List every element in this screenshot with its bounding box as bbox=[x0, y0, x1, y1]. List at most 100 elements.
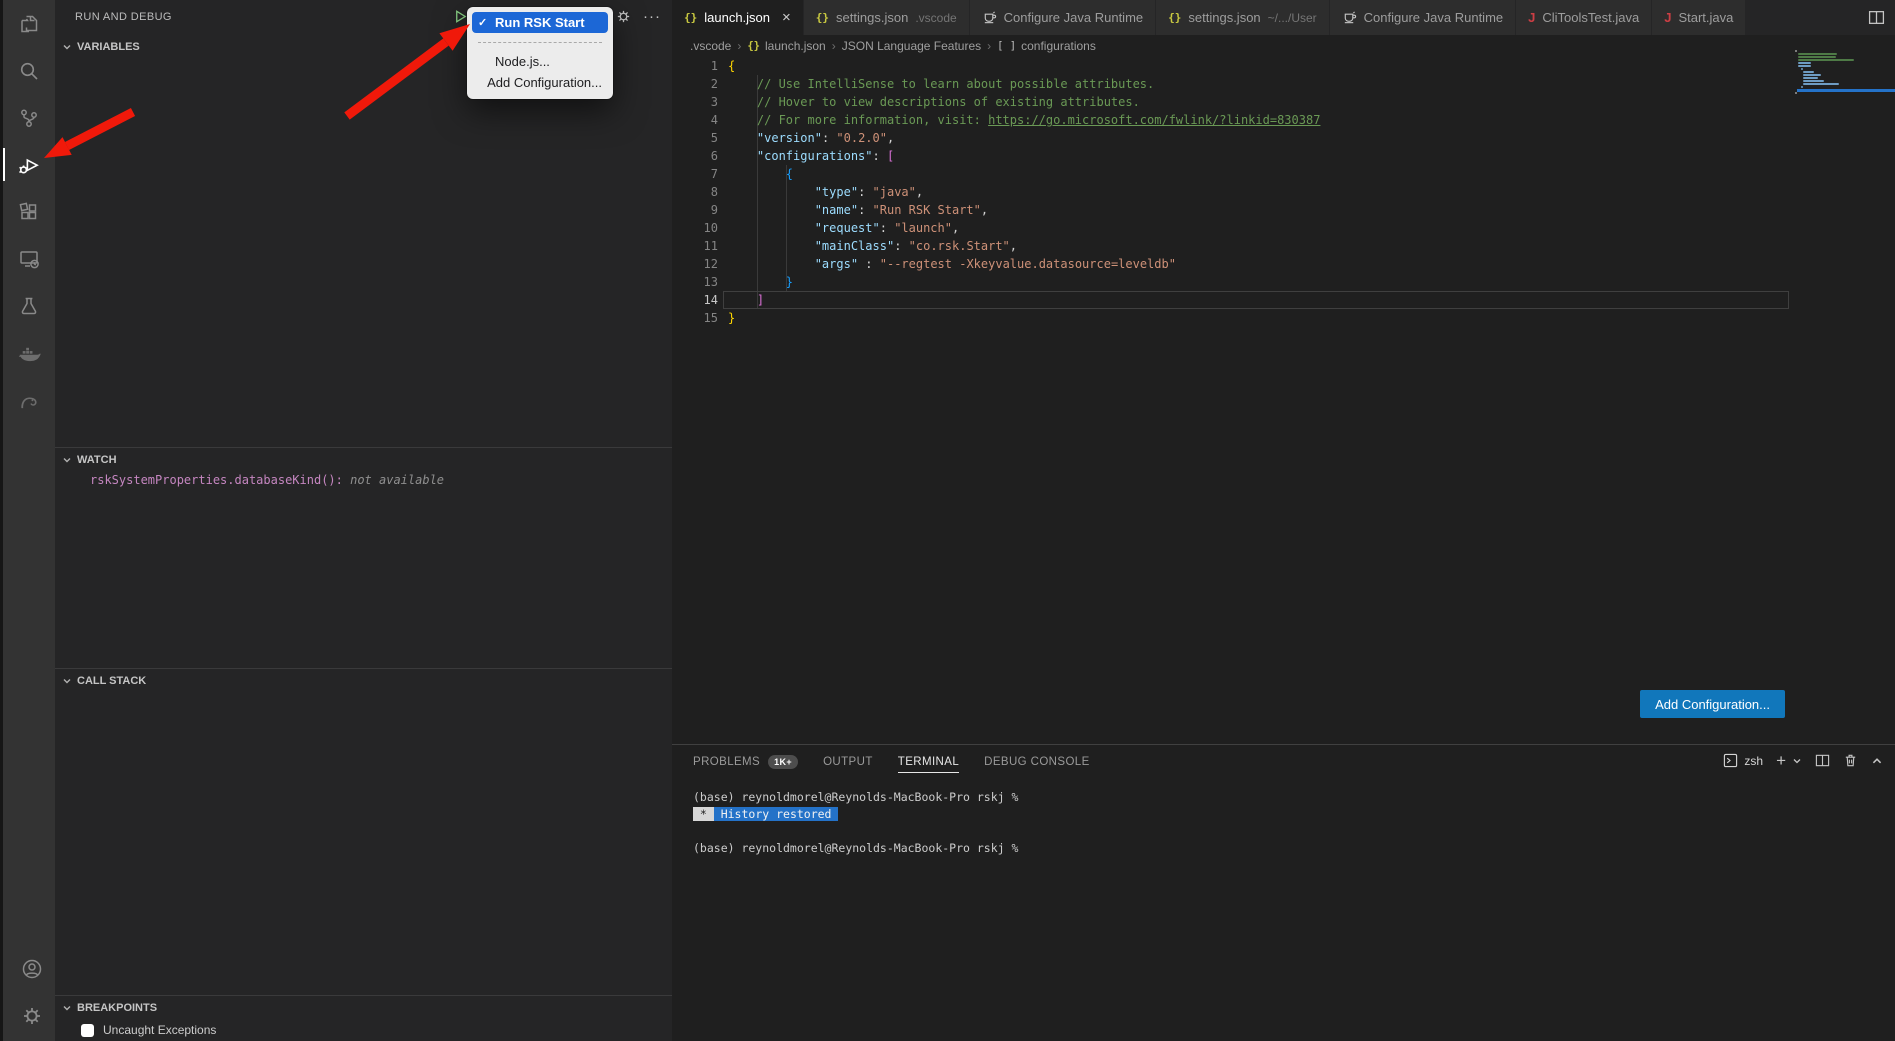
minimap-line bbox=[1795, 50, 1797, 52]
code-line-3: 3 // Hover to view descriptions of exist… bbox=[672, 93, 1895, 111]
kill-terminal-trash-icon[interactable] bbox=[1843, 753, 1858, 768]
start-debugging-play-icon[interactable] bbox=[453, 9, 468, 24]
breadcrumb-item[interactable]: JSON Language Features bbox=[842, 39, 981, 53]
new-terminal-plus-icon[interactable]: + bbox=[1776, 752, 1786, 769]
editor-tab-clitoolstest-java[interactable]: JCliToolsTest.java bbox=[1516, 0, 1652, 35]
maximize-panel-chevron-icon[interactable] bbox=[1871, 755, 1883, 767]
editor-tab-configure-java-runtime[interactable]: Configure Java Runtime bbox=[970, 0, 1156, 35]
call-stack-section-header[interactable]: CALL STACK bbox=[55, 669, 672, 692]
watch-expression-row[interactable]: rskSystemProperties.databaseKind(): not … bbox=[55, 471, 672, 490]
code-line-11: 11 "mainClass": "co.rsk.Start", bbox=[672, 237, 1895, 255]
minimap-line bbox=[1798, 62, 1812, 64]
breadcrumb-separator: › bbox=[832, 39, 836, 53]
minimap-line bbox=[1798, 59, 1854, 61]
debug-settings-gear-icon[interactable] bbox=[615, 8, 632, 25]
menu-separator bbox=[478, 42, 602, 43]
testing-icon[interactable] bbox=[3, 282, 55, 329]
editor-tab-configure-java-runtime[interactable]: Configure Java Runtime bbox=[1330, 0, 1516, 35]
settings-gear-icon[interactable] bbox=[6, 992, 58, 1039]
chevron-down-icon bbox=[62, 1003, 72, 1013]
watch-section-header[interactable]: WATCH bbox=[55, 448, 672, 471]
remote-explorer-icon[interactable] bbox=[3, 235, 55, 282]
java-runtime-icon bbox=[1342, 10, 1357, 25]
line-number: 6 bbox=[672, 147, 718, 165]
run-and-debug-sidebar: RUN AND DEBUG ··· VARIABLES WATCH rskSys… bbox=[55, 0, 672, 1041]
line-number: 3 bbox=[672, 93, 718, 111]
chevron-down-icon bbox=[62, 676, 72, 686]
line-number: 10 bbox=[672, 219, 718, 237]
menu-item-add-configuration-[interactable]: Add Configuration... bbox=[472, 72, 608, 93]
editor-tab-start-java[interactable]: J Start.java bbox=[1652, 0, 1746, 35]
uncaught-exceptions-row: Uncaught Exceptions bbox=[55, 1019, 672, 1041]
extensions-icon[interactable] bbox=[3, 188, 55, 235]
panel-tab-problems[interactable]: PROBLEMS1K+ bbox=[693, 745, 798, 778]
line-number: 4 bbox=[672, 111, 718, 129]
editor-tab-bar: {}launch.json×{}settings.json.vscodeConf… bbox=[672, 0, 1895, 35]
code-line-10: 10 "request": "launch", bbox=[672, 219, 1895, 237]
editor-group: {}launch.json×{}settings.json.vscodeConf… bbox=[672, 0, 1895, 1041]
line-number: 14 bbox=[672, 291, 718, 309]
line-number: 7 bbox=[672, 165, 718, 183]
code-line-7: 7 { bbox=[672, 165, 1895, 183]
code-line-15: 15} bbox=[672, 309, 1895, 327]
editor-tab-settings-json[interactable]: {}settings.json~/.../User bbox=[1156, 0, 1330, 35]
breadcrumb-item[interactable]: [ ]configurations bbox=[997, 39, 1096, 53]
breakpoints-section: BREAKPOINTS Uncaught Exceptions bbox=[55, 995, 672, 1041]
split-terminal-icon[interactable] bbox=[1815, 753, 1830, 768]
run-and-debug-icon[interactable] bbox=[3, 141, 55, 188]
breadcrumb[interactable]: .vscode › {}launch.json › JSON Language Feat… bbox=[672, 35, 1895, 57]
line-number: 9 bbox=[672, 201, 718, 219]
breakpoints-section-header[interactable]: BREAKPOINTS bbox=[55, 996, 672, 1019]
split-editor-icon[interactable] bbox=[1868, 9, 1885, 26]
java-file-icon: J bbox=[1664, 10, 1671, 25]
terminal-line: (base) reynoldmorel@Reynolds-MacBook-Pro… bbox=[693, 789, 1018, 806]
search-icon[interactable] bbox=[3, 47, 55, 94]
docker-icon[interactable] bbox=[3, 329, 55, 376]
terminal-toolbar: zsh + bbox=[1723, 752, 1883, 769]
line-number: 1 bbox=[672, 57, 718, 75]
code-line-6: 6 "configurations": [ bbox=[672, 147, 1895, 165]
terminal-line: * History restored bbox=[693, 806, 1018, 823]
call-stack-section: CALL STACK bbox=[55, 668, 672, 995]
minimap-line bbox=[1801, 86, 1803, 88]
add-configuration-button[interactable]: Add Configuration... bbox=[1640, 690, 1785, 718]
checkmark-icon: ✓ bbox=[478, 16, 491, 29]
json-file-icon: {} bbox=[1168, 11, 1181, 24]
breadcrumb-separator: › bbox=[737, 39, 741, 53]
editor-tab-settings-json[interactable]: {}settings.json.vscode bbox=[804, 0, 970, 35]
minimap-line bbox=[1803, 83, 1839, 85]
tab-label: Start.java bbox=[1678, 10, 1733, 25]
java-file-icon: J bbox=[1528, 10, 1535, 25]
terminal-shell-selector[interactable]: zsh bbox=[1723, 753, 1763, 768]
terminal-output[interactable]: (base) reynoldmorel@Reynolds-MacBook-Pro… bbox=[693, 789, 1018, 857]
source-control-icon[interactable] bbox=[3, 94, 55, 141]
java-runtime-icon bbox=[982, 10, 997, 25]
panel-tab-bar: PROBLEMS1K+ OUTPUT TERMINAL DEBUG CONSOLE bbox=[672, 745, 1895, 778]
minimap-line bbox=[1798, 56, 1836, 58]
panel-tab-debug-console[interactable]: DEBUG CONSOLE bbox=[984, 745, 1090, 778]
launch-profile-chevron-icon[interactable] bbox=[1792, 756, 1802, 766]
panel-tab-output[interactable]: OUTPUT bbox=[823, 745, 873, 778]
explorer-icon[interactable] bbox=[3, 0, 55, 47]
code-line-2: 2 // Use IntelliSense to learn about pos… bbox=[672, 75, 1895, 93]
json-file-icon: {} bbox=[684, 11, 697, 24]
minimap-current-line bbox=[1797, 89, 1895, 92]
code-editor[interactable]: 1{2 // Use IntelliSense to learn about p… bbox=[672, 57, 1895, 744]
gradle-elephant-icon[interactable] bbox=[3, 376, 55, 423]
views-more-actions-icon[interactable]: ··· bbox=[643, 8, 661, 25]
minimap-line bbox=[1801, 68, 1803, 70]
tab-label: launch.json bbox=[704, 10, 770, 25]
json-file-icon: {} bbox=[816, 11, 829, 24]
accounts-icon[interactable] bbox=[6, 945, 58, 992]
minimap-line bbox=[1795, 92, 1797, 94]
menu-item-node-js-[interactable]: Node.js... bbox=[472, 51, 608, 72]
menu-item-run-rsk-start[interactable]: ✓Run RSK Start bbox=[472, 12, 608, 33]
editor-tab-launch-json[interactable]: {} launch.json × bbox=[672, 0, 804, 35]
breadcrumb-item[interactable]: {}launch.json bbox=[747, 39, 825, 53]
code-line-4: 4 // For more information, visit: https:… bbox=[672, 111, 1895, 129]
uncaught-exceptions-checkbox[interactable] bbox=[81, 1024, 94, 1037]
panel-tab-terminal[interactable]: TERMINAL bbox=[898, 745, 959, 778]
tab-label: settings.json bbox=[836, 10, 908, 25]
breadcrumb-item[interactable]: .vscode bbox=[690, 39, 731, 53]
close-icon[interactable]: × bbox=[782, 10, 791, 25]
